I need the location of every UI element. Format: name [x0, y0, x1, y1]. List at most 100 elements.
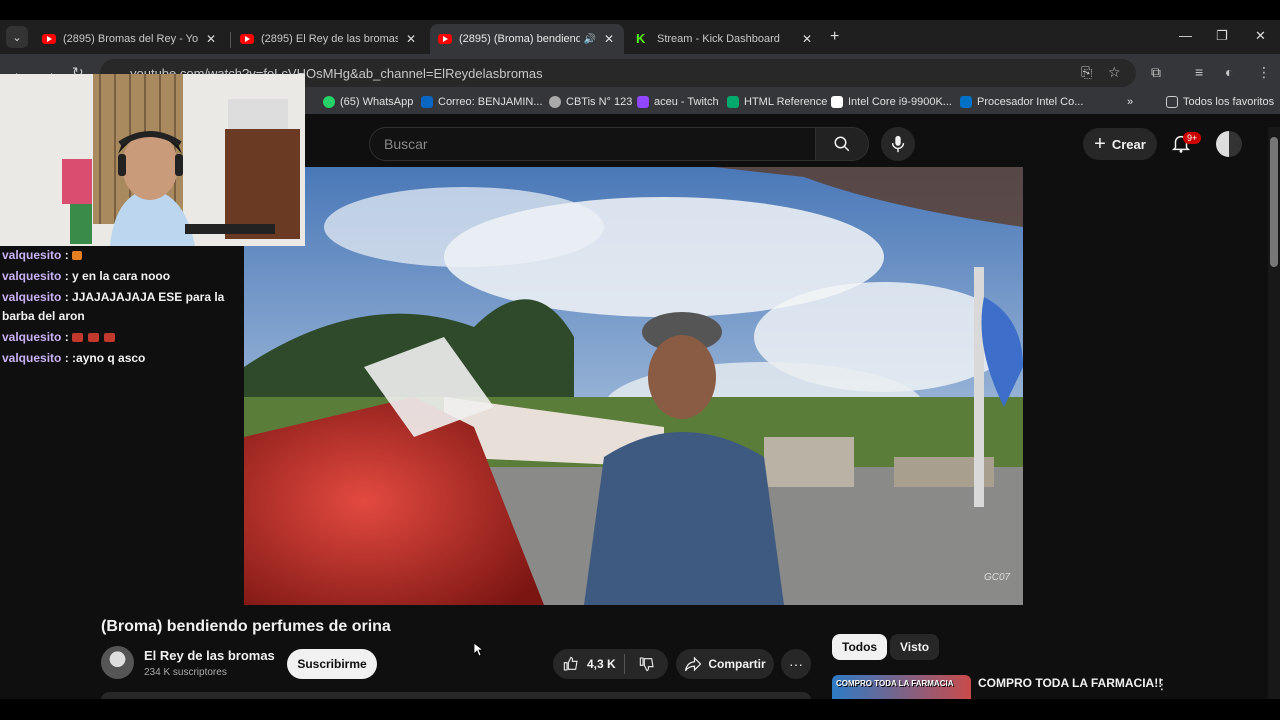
bottom-black-bar	[0, 699, 1280, 720]
search-input[interactable]: Buscar	[369, 127, 816, 161]
chat-message: valquesito : :ayno q asco	[2, 351, 146, 365]
youtube-icon	[240, 34, 254, 44]
like-button[interactable]: 4,3 K	[553, 654, 625, 674]
amazon-icon	[831, 96, 843, 108]
whatsapp-icon	[323, 96, 335, 108]
voice-search-button[interactable]	[881, 127, 915, 161]
bookmark-label: Intel Core i9-9900K...	[848, 96, 952, 108]
bookmark-label: HTML Reference	[744, 96, 828, 108]
extensions-icon[interactable]: ⧉	[1151, 64, 1161, 81]
kick-icon: K	[636, 31, 646, 46]
tab-label: (2895) (Broma) bendiendo perfumes de ori…	[459, 33, 580, 45]
plus-icon: +	[1094, 132, 1106, 155]
channel-name[interactable]: El Rey de las bromas	[144, 648, 275, 663]
subscriber-count: 234 K suscriptores	[144, 667, 227, 678]
account-avatar[interactable]	[1216, 131, 1242, 157]
bookmarks-overflow-button[interactable]: »	[1127, 96, 1133, 108]
bookmark-label: aceu - Twitch	[654, 96, 719, 108]
channel-avatar[interactable]	[101, 646, 134, 679]
video-player[interactable]: GC07	[244, 167, 1023, 605]
bookmark-correo[interactable]: Correo: BENJAMIN...	[421, 96, 543, 108]
media-control-icon[interactable]: ≡	[1195, 64, 1203, 80]
bookmark-twitch[interactable]: aceu - Twitch	[637, 96, 719, 108]
tab-bromas-del-rey[interactable]: (2895) Bromas del Rey - YouTube ✕	[34, 24, 226, 54]
chat-text: y en la cara nooo	[72, 269, 171, 283]
new-tab-button[interactable]: +	[830, 28, 839, 46]
video-frame-image	[244, 167, 1023, 605]
close-icon[interactable]: ✕	[800, 32, 814, 46]
bookmark-label: Procesador Intel Co...	[977, 96, 1084, 108]
minimize-icon[interactable]: —	[1179, 28, 1192, 43]
star-icon[interactable]: ☆	[1108, 64, 1121, 81]
emote-icon	[104, 333, 116, 343]
search-button[interactable]	[815, 127, 869, 161]
more-actions-button[interactable]: ···	[781, 649, 811, 679]
tab-label: (2895) El Rey de las bromas - YouTube	[261, 33, 398, 45]
create-label: Crear	[1111, 136, 1146, 152]
more-vert-icon[interactable]: ⋮	[1155, 676, 1169, 693]
scrollbar-thumb[interactable]	[1270, 137, 1278, 267]
restore-icon[interactable]: ❐	[1216, 28, 1228, 44]
video-title: (Broma) bendiendo perfumes de orina	[101, 618, 391, 635]
bookmark-label: Todos los favoritos	[1183, 96, 1275, 108]
chat-username: valquesito	[2, 351, 62, 365]
bookmark-procesador-intel[interactable]: Procesador Intel Co...	[960, 96, 1083, 108]
recommendation-title[interactable]: COMPRO TODA LA FARMACIA!!	[978, 676, 1162, 690]
chip-visto[interactable]: Visto	[890, 634, 940, 660]
tab-kick-dashboard[interactable]: K Stream - Kick Dashboard ✕	[628, 24, 822, 54]
bookmark-label: »	[1127, 96, 1134, 108]
tab-broma-perfumes[interactable]: (2895) (Broma) bendiendo perfumes de ori…	[430, 24, 624, 54]
install-app-icon[interactable]: ⎘	[1081, 64, 1092, 81]
notification-badge: 9+	[1183, 132, 1202, 144]
thumbs-down-icon	[639, 657, 654, 672]
close-icon[interactable]: ✕	[404, 32, 418, 46]
chat-username: valquesito	[2, 248, 62, 262]
top-black-bar	[0, 0, 1280, 20]
chat-username: valquesito	[2, 290, 62, 304]
chat-message: valquesito : y en la cara nooo	[2, 269, 171, 283]
bookmark-html-reference[interactable]: HTML Reference	[727, 96, 827, 108]
profile-icon[interactable]: ◐	[1225, 64, 1233, 80]
secondary-column	[1023, 167, 1268, 605]
bookmark-whatsapp[interactable]: (65) WhatsApp	[323, 96, 413, 108]
chat-username: valquesito	[2, 330, 62, 344]
all-bookmarks-folder[interactable]: Todos los favoritos	[1166, 96, 1274, 108]
dislike-button[interactable]	[625, 656, 668, 672]
chat-message: valquesito : JJAJAJAJAJA ESE para la bar…	[2, 290, 225, 323]
subscribe-button[interactable]: Suscribirme	[287, 649, 377, 679]
webcam-image	[0, 74, 305, 246]
chevron-down-icon: ⌄	[12, 31, 22, 44]
microphone-icon	[891, 135, 905, 153]
bookmark-label: CBTis N° 123	[566, 96, 633, 108]
share-label: Compartir	[708, 657, 766, 671]
emote-icon	[72, 333, 84, 343]
chip-todos[interactable]: Todos	[832, 634, 888, 660]
window-close-icon[interactable]: ✕	[1255, 28, 1266, 44]
outlook-icon	[421, 96, 433, 108]
emote-icon	[88, 333, 100, 343]
folder-icon	[1166, 96, 1178, 108]
emote-icon	[72, 251, 83, 261]
tab-search-button[interactable]: ⌄	[6, 26, 28, 48]
intel-icon	[960, 96, 972, 108]
youtube-icon	[42, 34, 56, 44]
thumbs-up-icon	[563, 656, 578, 671]
close-icon[interactable]: ✕	[204, 32, 218, 46]
tab-el-rey-de-las-bromas[interactable]: (2895) El Rey de las bromas - YouTube ✕	[232, 24, 426, 54]
bookmark-intel-core[interactable]: Intel Core i9-9900K...	[831, 96, 952, 108]
create-button[interactable]: + Crear	[1083, 128, 1157, 160]
page-scrollbar[interactable]	[1268, 127, 1280, 707]
chat-message: valquesito :	[2, 328, 242, 347]
more-icon: ···	[789, 656, 803, 672]
recommendation-thumbnail[interactable]: COMPRO TODA LA FARMACIA	[832, 675, 971, 701]
search-placeholder: Buscar	[384, 136, 428, 152]
close-icon[interactable]: ✕	[602, 32, 616, 46]
speaker-icon[interactable]: 🔊	[584, 34, 596, 45]
bookmark-cbtis[interactable]: CBTis N° 123	[549, 96, 632, 108]
chat-username: valquesito	[2, 269, 62, 283]
tab-divider	[230, 32, 231, 48]
menu-icon[interactable]: ⋮	[1257, 64, 1271, 81]
video-watermark: GC07	[984, 572, 1011, 583]
share-button[interactable]: Compartir	[676, 649, 774, 679]
like-count: 4,3 K	[587, 657, 616, 671]
